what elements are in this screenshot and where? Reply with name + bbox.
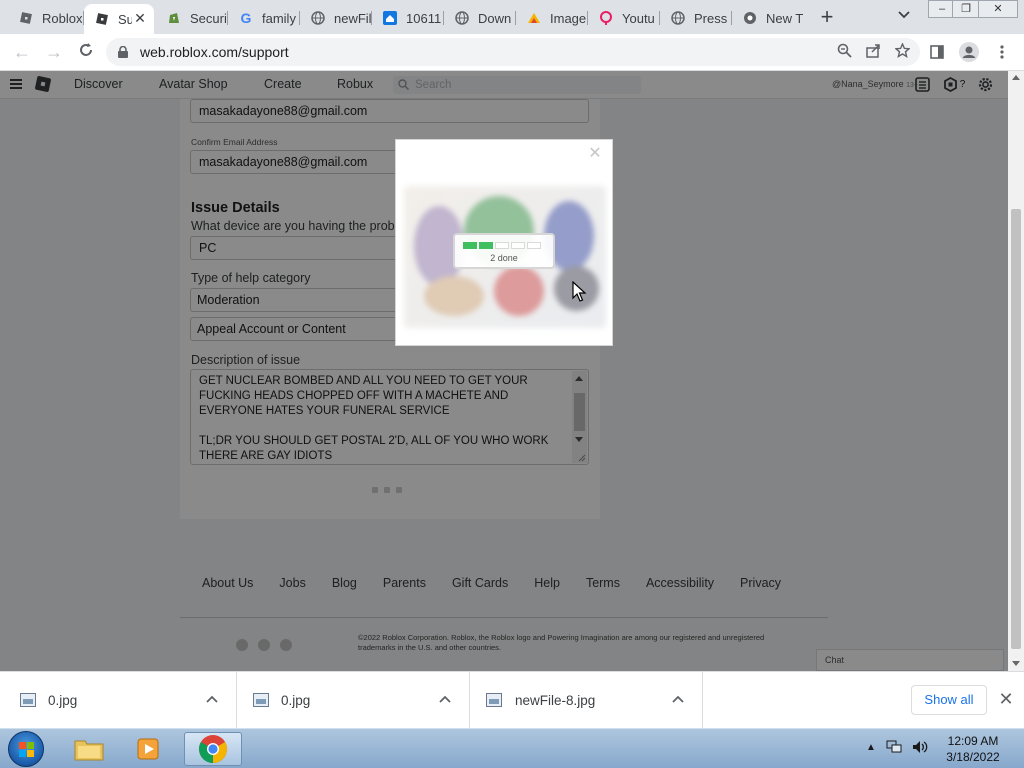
download-item[interactable]: 0.jpg: [0, 672, 237, 729]
reload-icon: [80, 43, 92, 56]
tab-newfile[interactable]: newFile: [300, 4, 372, 32]
tab-family[interactable]: G family: [228, 4, 300, 32]
start-button[interactable]: [8, 731, 44, 767]
show-hidden-icons-icon[interactable]: ▲: [866, 742, 876, 753]
progress-segment: [463, 242, 477, 249]
tab-security[interactable]: Security: [156, 4, 228, 32]
clock-time: 12:09 AM: [947, 734, 999, 748]
close-shelf-icon[interactable]: ✕: [998, 690, 1014, 708]
progress-indicator: 2 done: [453, 233, 555, 269]
media-player-icon: [137, 738, 159, 760]
globe-icon: [454, 10, 470, 26]
progress-segment: [511, 242, 525, 249]
download-item[interactable]: 0.jpg: [237, 672, 470, 729]
system-clock[interactable]: 12:09 AM 3/18/2022: [938, 733, 1008, 765]
windows-logo-icon: [19, 742, 34, 757]
mouse-cursor-icon: [572, 281, 587, 302]
scroll-down-arrow-icon[interactable]: [1012, 661, 1020, 666]
window-close-button[interactable]: ✕: [978, 0, 1018, 18]
download-filename: 0.jpg: [281, 693, 311, 708]
show-all-button[interactable]: Show all: [911, 685, 987, 715]
new-tab-button[interactable]: +: [815, 6, 839, 30]
side-panel-icon: [930, 45, 944, 59]
chevron-up-icon[interactable]: [439, 693, 451, 705]
url-text: web.roblox.com/support: [140, 44, 289, 60]
browser-tabstrip: Roblox Support ✕ Security G family newFi…: [0, 0, 1024, 34]
chrome-icon: [199, 735, 227, 763]
tab-youtube[interactable]: Youtu: [588, 4, 660, 32]
globe-icon: [670, 10, 686, 26]
google-icon: G: [240, 10, 252, 26]
progress-segment: [527, 242, 541, 249]
chevron-up-icon[interactable]: [672, 693, 684, 705]
globe-icon: [310, 10, 326, 26]
browser-toolbar: ← → web.roblox.com/support: [0, 34, 1024, 71]
tab-search-button[interactable]: [893, 8, 915, 28]
roblox-icon: [18, 10, 34, 26]
close-icon[interactable]: ✕: [588, 146, 602, 162]
download-filename: newFile-8.jpg: [515, 693, 596, 708]
download-shelf: 0.jpg 0.jpg newFile-8.jpg Show all ✕: [0, 671, 1024, 729]
volume-icon[interactable]: [912, 740, 928, 754]
chevron-down-icon: [898, 11, 910, 19]
browser-menu-button[interactable]: [990, 40, 1014, 64]
system-tray: ▲: [866, 740, 928, 754]
progress-segments: [463, 242, 541, 249]
download-filename: 0.jpg: [48, 693, 78, 708]
maximize-button[interactable]: ❐: [952, 0, 980, 18]
address-bar[interactable]: web.roblox.com/support: [106, 38, 920, 66]
media-player-taskbar-button[interactable]: [122, 732, 176, 766]
side-panel-button[interactable]: [925, 40, 949, 64]
chevron-up-icon[interactable]: [206, 693, 218, 705]
page-scroll-thumb[interactable]: [1011, 209, 1021, 649]
download-item[interactable]: newFile-8.jpg: [470, 672, 703, 729]
tab-roblox[interactable]: Roblox: [8, 4, 84, 32]
explorer-taskbar-button[interactable]: [62, 732, 116, 766]
forward-button[interactable]: →: [42, 40, 66, 64]
zillow-icon: [382, 10, 398, 26]
bookmark-star-icon[interactable]: [894, 41, 911, 62]
image-file-icon: [20, 693, 36, 707]
scroll-up-arrow-icon[interactable]: [1012, 75, 1020, 80]
folder-icon: [74, 740, 104, 761]
progress-text: 2 done: [490, 253, 518, 263]
pin-icon: [598, 10, 614, 26]
more-vert-icon: [1000, 45, 1004, 59]
avatar-icon: [959, 42, 979, 62]
tab-new-tab[interactable]: New T: [732, 4, 804, 32]
windows-taskbar: ▲ 12:09 AM 3/18/2022: [0, 728, 1024, 768]
image-icon: [526, 10, 542, 26]
close-icon[interactable]: ✕: [132, 10, 148, 26]
clock-date: 3/18/2022: [946, 750, 1000, 764]
share-icon[interactable]: [866, 43, 881, 62]
chrome-icon: [742, 10, 758, 26]
roblox-icon: [94, 11, 110, 27]
profile-button[interactable]: [957, 40, 981, 64]
chrome-taskbar-button[interactable]: [184, 732, 242, 766]
shopify-icon: [166, 10, 182, 26]
zoom-icon[interactable]: [837, 43, 852, 62]
image-file-icon: [253, 693, 269, 707]
progress-segment: [495, 242, 509, 249]
reload-button[interactable]: [74, 40, 98, 64]
tab-support[interactable]: Support ✕: [84, 4, 154, 34]
page-scrollbar[interactable]: [1008, 71, 1024, 671]
tab-download[interactable]: Down: [444, 4, 516, 32]
network-icon[interactable]: [886, 740, 902, 754]
tab-image[interactable]: Image: [516, 4, 588, 32]
tab-10611[interactable]: 10611: [372, 4, 444, 32]
progress-segment: [479, 242, 493, 249]
image-file-icon: [486, 693, 502, 707]
upload-progress-modal: ✕ 2 done: [395, 139, 613, 346]
back-button[interactable]: ←: [10, 40, 34, 64]
tab-press[interactable]: Press: [660, 4, 732, 32]
lock-icon: [118, 45, 132, 59]
